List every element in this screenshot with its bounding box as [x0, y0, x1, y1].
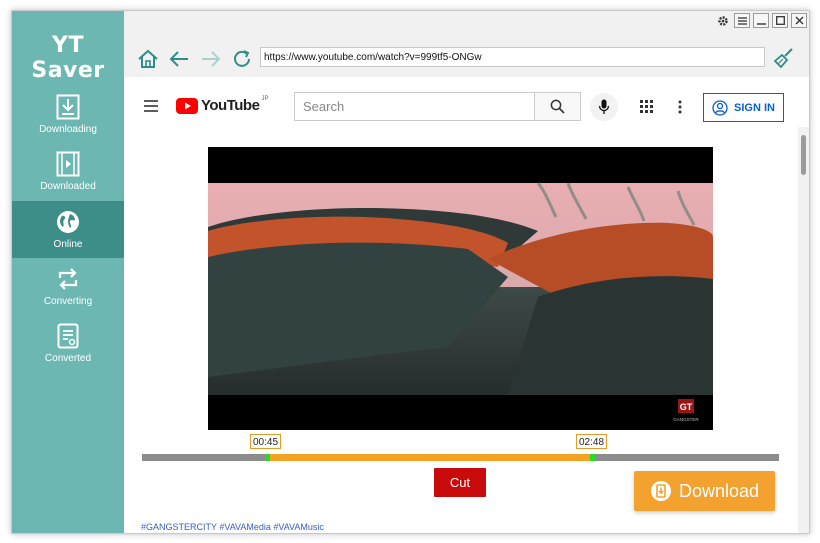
sidebar-item-converting[interactable]: Converting	[12, 263, 124, 320]
trim-start-time: 00:45	[250, 434, 282, 449]
youtube-logo-text: YouTube	[201, 97, 260, 114]
svg-text:GANGSTER: GANGSTER	[673, 417, 699, 422]
home-icon[interactable]	[137, 48, 159, 70]
page-scrollbar[interactable]	[798, 127, 809, 533]
globe-icon	[57, 211, 79, 233]
download-icon	[56, 94, 80, 120]
sign-in-label: SIGN IN	[734, 101, 775, 114]
sidebar-item-label: Downloading	[39, 124, 97, 135]
youtube-region: JP	[261, 95, 269, 102]
youtube-header: YouTube JP Search SIGN IN	[124, 87, 809, 127]
video-frame: GT GANGSTER	[208, 147, 713, 430]
film-icon	[56, 151, 80, 177]
maximize-icon[interactable]	[772, 13, 788, 28]
video-hashtags[interactable]: #GANGSTERCITY #VAVAMedia #VAVAMusic	[141, 522, 324, 532]
sidebar-item-converted[interactable]: Converted	[12, 320, 124, 377]
document-icon	[57, 323, 79, 349]
refresh-icon[interactable]	[231, 48, 253, 70]
clear-broom-icon[interactable]	[773, 47, 795, 69]
youtube-play-icon	[176, 97, 198, 114]
app-title: YT Saver	[31, 33, 105, 83]
trim-start-handle[interactable]	[265, 454, 270, 461]
forward-arrow-icon[interactable]	[200, 48, 222, 70]
menu-icon[interactable]	[734, 13, 750, 28]
sidebar: YT Saver Downloading Downloaded Online C…	[12, 11, 124, 533]
sidebar-item-online[interactable]: Online	[12, 201, 124, 258]
sign-in-button[interactable]: SIGN IN	[703, 93, 784, 122]
download-circle-icon	[650, 481, 671, 501]
account-icon	[712, 99, 728, 116]
browser-toolbar: https://www.youtube.com/watch?v=999tf5-O…	[124, 11, 809, 77]
window-controls	[715, 13, 807, 28]
sidebar-item-downloading[interactable]: Downloading	[12, 91, 124, 148]
video-player[interactable]: GT GANGSTER	[208, 147, 713, 430]
scrollbar-thumb[interactable]	[801, 135, 806, 175]
cut-button[interactable]: Cut	[434, 468, 486, 497]
download-label: Download	[678, 480, 760, 501]
sidebar-item-downloaded[interactable]: Downloaded	[12, 148, 124, 205]
trim-timeline[interactable]	[142, 454, 779, 461]
search-icon	[550, 99, 565, 114]
more-options-icon[interactable]	[678, 100, 682, 114]
microphone-icon	[598, 99, 610, 114]
youtube-logo[interactable]: YouTube JP	[176, 95, 269, 114]
main-panel: https://www.youtube.com/watch?v=999tf5-O…	[124, 11, 809, 533]
convert-icon	[58, 268, 78, 290]
search-button[interactable]	[534, 92, 581, 121]
url-input[interactable]: https://www.youtube.com/watch?v=999tf5-O…	[260, 47, 765, 67]
search-input[interactable]: Search	[294, 92, 535, 121]
close-icon[interactable]	[791, 13, 807, 28]
trim-end-handle[interactable]	[590, 454, 595, 461]
trim-selected-range	[267, 454, 593, 461]
svg-text:GT: GT	[680, 402, 693, 412]
sidebar-item-label: Converted	[44, 353, 92, 364]
trim-end-time: 02:48	[576, 434, 608, 449]
app-window: YT Saver Downloading Downloaded Online C…	[11, 10, 810, 534]
download-button[interactable]: Download	[634, 471, 775, 511]
sidebar-item-label: Converting	[43, 296, 93, 307]
minimize-icon[interactable]	[753, 13, 769, 28]
hamburger-menu-icon[interactable]	[144, 100, 158, 112]
voice-search-button[interactable]	[590, 93, 618, 121]
back-arrow-icon[interactable]	[168, 48, 190, 70]
sidebar-item-label: Online	[53, 239, 83, 250]
sidebar-item-label: Downloaded	[40, 181, 96, 192]
apps-grid-icon[interactable]	[640, 100, 653, 113]
settings-icon[interactable]	[715, 13, 731, 28]
